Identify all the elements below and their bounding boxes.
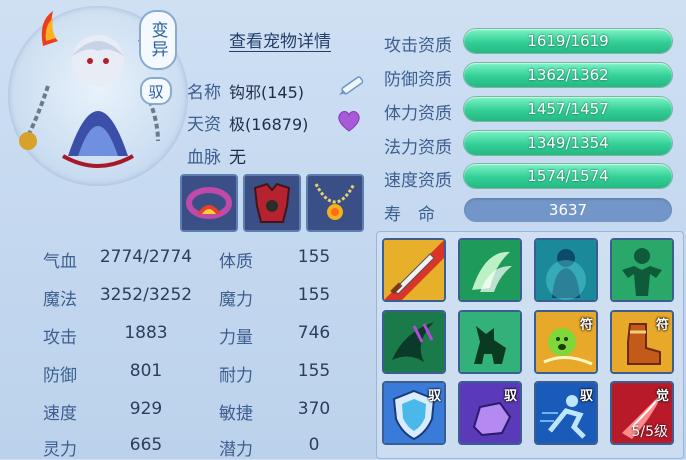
equipment-slot-armor[interactable]	[243, 174, 301, 232]
skill-slot-12[interactable]: 觉 5/5级	[610, 381, 674, 445]
skill-slot-4[interactable]	[610, 238, 674, 302]
potential-label: 潜力	[219, 440, 253, 460]
wings-icon	[460, 240, 520, 300]
skill-slot-3[interactable]	[534, 238, 598, 302]
skill-slot-1[interactable]	[382, 238, 446, 302]
claw-icon	[384, 312, 444, 372]
endurance-value: 155	[297, 361, 331, 381]
name-row: 名称 钩邪(145)	[187, 78, 305, 104]
agility-label: 敏捷	[219, 404, 253, 424]
tame-tag: 驭	[579, 389, 593, 404]
agility-value: 370	[297, 399, 331, 419]
skill-slot-2[interactable]	[458, 238, 522, 302]
variant-badge: 变异	[139, 10, 177, 70]
defense-aptitude-value: 1362/1362	[527, 66, 609, 84]
attack-aptitude-value: 1619/1619	[527, 32, 609, 50]
bloodline-label: 血脉	[187, 148, 221, 168]
beast-icon	[460, 312, 520, 372]
name-value: 钩邪(145)	[229, 82, 305, 102]
tame-tag: 驭	[427, 389, 441, 404]
bloodline-row: 血脉 无	[187, 143, 246, 168]
strength-value: 746	[297, 323, 331, 343]
mp-value: 3252/3252	[99, 285, 193, 305]
defense-aptitude-label: 防御资质	[384, 70, 452, 90]
defense-value: 801	[129, 361, 163, 381]
talent-value: 极(16879)	[229, 114, 309, 134]
awaken-level: 5/5级	[631, 424, 668, 440]
spirit-figure-icon	[536, 240, 596, 300]
attack-value: 1883	[124, 323, 168, 343]
magic-power-value: 155	[297, 285, 331, 305]
speed-aptitude-value: 1574/1574	[527, 167, 609, 185]
tame-badge: 驭	[140, 77, 172, 105]
speed-value: 929	[129, 399, 163, 419]
spirit-label: 灵力	[43, 440, 77, 460]
equipment-slot-necklace[interactable]	[306, 174, 364, 232]
lifespan-label: 寿 命	[384, 205, 435, 225]
defense-aptitude-bar: 1362/1362	[464, 63, 672, 87]
skill-slot-10[interactable]: 驭	[458, 381, 522, 445]
mana-aptitude-bar: 1349/1354	[464, 131, 672, 155]
potential-value: 0	[308, 435, 320, 455]
lifespan-bar: 3637	[464, 198, 672, 222]
speed-aptitude-bar: 1574/1574	[464, 164, 672, 188]
stamina-aptitude-bar: 1457/1457	[464, 97, 672, 121]
rune-tag: 符	[579, 318, 593, 333]
bracelet-icon	[182, 176, 236, 230]
defense-label: 防御	[43, 366, 77, 386]
heart-icon[interactable]	[336, 109, 362, 137]
green-figure-icon	[612, 240, 672, 300]
mp-label: 魔法	[43, 290, 77, 310]
necklace-icon	[308, 176, 362, 230]
spirit-value: 665	[129, 435, 163, 455]
variant-badge-text: 变异	[147, 21, 168, 59]
speed-aptitude-label: 速度资质	[384, 171, 452, 191]
hp-label: 气血	[43, 252, 77, 272]
mana-aptitude-value: 1349/1354	[527, 134, 609, 152]
attack-label: 攻击	[43, 328, 77, 348]
endurance-label: 耐力	[219, 366, 253, 386]
skill-slot-8[interactable]: 符	[610, 310, 674, 374]
awaken-tag: 觉	[655, 389, 669, 404]
speed-label: 速度	[43, 404, 77, 424]
constitution-label: 体质	[219, 252, 253, 272]
mana-aptitude-label: 法力资质	[384, 138, 452, 158]
lifespan-value: 3637	[548, 201, 588, 219]
stamina-aptitude-label: 体力资质	[384, 104, 452, 124]
armor-icon	[245, 176, 299, 230]
name-label: 名称	[187, 83, 221, 103]
stamina-aptitude-value: 1457/1457	[527, 100, 609, 118]
hp-value: 2774/2774	[99, 247, 193, 267]
skill-slot-7[interactable]: 符	[534, 310, 598, 374]
skill-slot-11[interactable]: 驭	[534, 381, 598, 445]
rune-tag: 符	[655, 318, 669, 333]
skill-slot-5[interactable]	[382, 310, 446, 374]
bloodline-value: 无	[229, 148, 246, 168]
pen-icon[interactable]	[336, 72, 366, 102]
attack-aptitude-bar: 1619/1619	[464, 29, 672, 53]
equipment-slot-bracelet[interactable]	[180, 174, 238, 232]
talent-label: 天资	[187, 115, 221, 135]
constitution-value: 155	[297, 247, 331, 267]
attack-aptitude-label: 攻击资质	[384, 36, 452, 56]
skill-slot-6[interactable]	[458, 310, 522, 374]
strength-label: 力量	[219, 328, 253, 348]
talent-row: 天资 极(16879)	[187, 110, 309, 136]
skill-slot-9[interactable]: 驭	[382, 381, 446, 445]
magic-power-label: 魔力	[219, 290, 253, 310]
sword-slash-icon	[384, 240, 444, 300]
tame-tag: 驭	[503, 389, 517, 404]
view-pet-details-link[interactable]: 查看宠物详情	[229, 27, 331, 52]
